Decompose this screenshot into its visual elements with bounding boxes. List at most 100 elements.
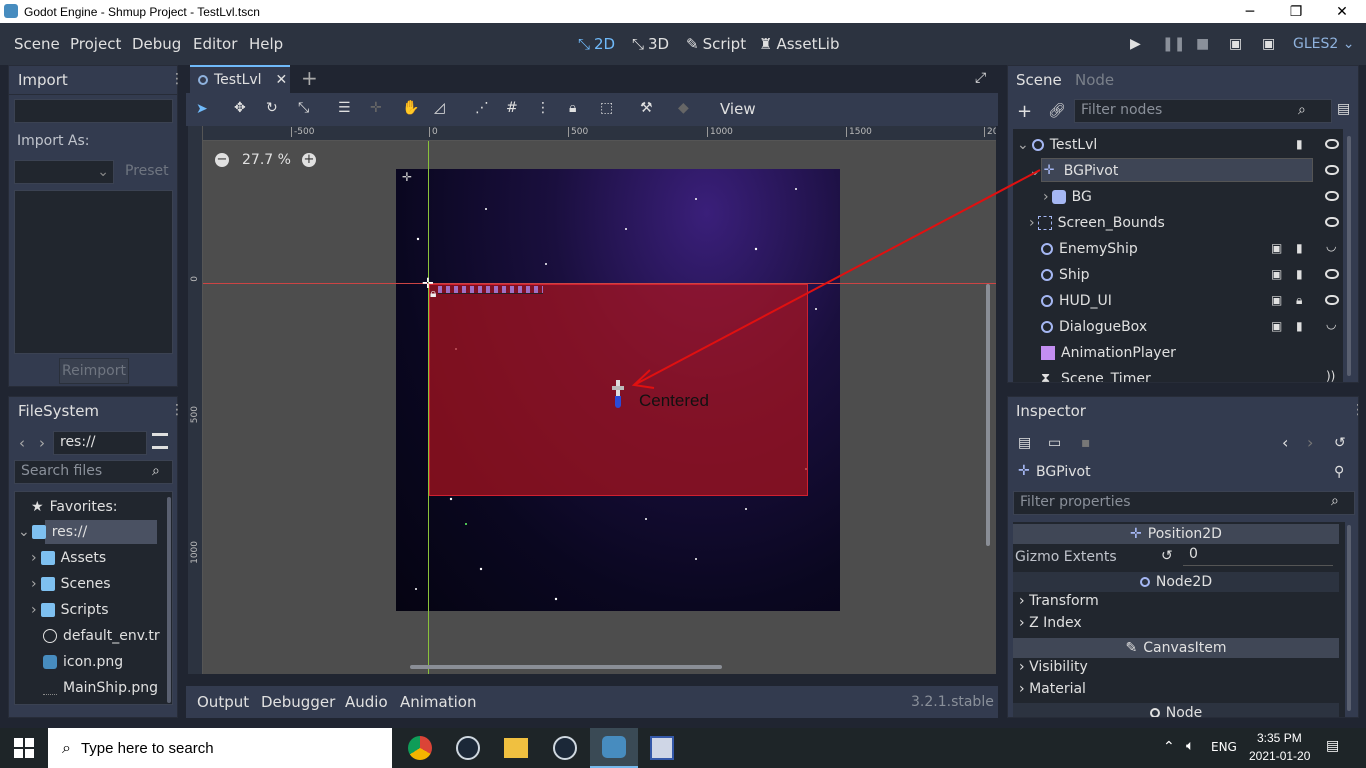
menu-help[interactable]: Help	[249, 35, 283, 53]
ship-sprite[interactable]	[612, 380, 624, 410]
filter-properties-input[interactable]: Filter properties	[1013, 491, 1355, 515]
visibility-eye-icon[interactable]	[1325, 165, 1339, 175]
pivot-tool-icon[interactable]: ✛	[370, 100, 382, 116]
grid-snap-icon[interactable]: #	[506, 100, 518, 116]
filesystem-scrollbar[interactable]	[167, 497, 171, 703]
node-bg[interactable]: › BG	[1043, 184, 1092, 210]
scene-tree-scrollbar[interactable]	[1347, 136, 1351, 376]
debugger-tab[interactable]: Debugger	[261, 693, 335, 711]
workspace-assetlib-button[interactable]: ♜ AssetLib	[759, 35, 840, 53]
object-history-icon[interactable]: ↺	[1334, 435, 1346, 451]
reimport-button[interactable]: Reimport	[59, 358, 129, 384]
stop-icon[interactable]: ■	[1196, 36, 1209, 52]
instance-icon[interactable]: ▣	[1271, 293, 1282, 307]
res-root-item[interactable]: ⌄ res://	[18, 519, 87, 545]
search-files-input[interactable]: Search files	[14, 460, 173, 484]
open-folder-icon[interactable]: ▭	[1048, 435, 1061, 451]
folder-assets[interactable]: › Assets	[31, 545, 106, 571]
instance-icon[interactable]: ▣	[1271, 319, 1282, 333]
gizmo-extents-field[interactable]: 0	[1183, 546, 1333, 566]
node-bgpivot[interactable]: ⌄ ✛ BGPivot	[1029, 158, 1118, 184]
save-icon[interactable]: ▪	[1081, 435, 1091, 451]
scene-tab[interactable]: Scene	[1016, 71, 1062, 89]
visibility-eye-icon[interactable]	[1325, 295, 1339, 305]
file-mainship-png[interactable]: MainShip.png	[43, 675, 158, 701]
script-icon[interactable]: ▮	[1296, 241, 1303, 255]
clock-time[interactable]: 3:35 PM	[1257, 731, 1302, 745]
node-testlvl[interactable]: ⌄ TestLvl	[1017, 132, 1097, 158]
scene-tab-testlvl[interactable]: TestLvl ✕	[190, 65, 290, 93]
dock-menu-icon[interactable]: ⋮	[1351, 402, 1358, 418]
import-as-select[interactable]: ⌄	[14, 160, 114, 184]
node-animationplayer[interactable]: AnimationPlayer	[1041, 340, 1176, 366]
script-icon[interactable]: ▮	[1296, 319, 1303, 333]
instance-scene-icon[interactable]: 🔗︎	[1048, 103, 1066, 119]
new-resource-icon[interactable]: ▤	[1018, 435, 1031, 451]
revert-icon[interactable]: ↺	[1161, 548, 1173, 564]
node-hud-ui[interactable]: HUD_UI	[1041, 288, 1112, 314]
dock-menu-icon[interactable]: ⋮	[170, 402, 184, 418]
renderer-select[interactable]: GLES2 ⌄	[1293, 36, 1354, 52]
attach-script-icon[interactable]: ▤	[1337, 101, 1350, 117]
play-icon[interactable]: ▶	[1130, 36, 1141, 52]
steam-icon[interactable]	[553, 736, 577, 760]
clock-date[interactable]: 2021-01-20	[1249, 749, 1310, 763]
lock-icon[interactable]: 🔒︎	[569, 100, 576, 116]
menu-editor[interactable]: Editor	[193, 35, 237, 53]
vertical-scrollbar[interactable]	[986, 284, 990, 546]
history-forward-icon[interactable]: ›	[1307, 433, 1313, 452]
visibility-eye-icon[interactable]	[1325, 191, 1339, 201]
workspace-3d-button[interactable]: ⤡ 3D	[632, 35, 669, 53]
signal-icon[interactable]: ))	[1326, 369, 1335, 382]
audio-tab[interactable]: Audio	[345, 693, 388, 711]
menu-scene[interactable]: Scene	[14, 35, 60, 53]
path-field[interactable]: res://	[53, 431, 147, 455]
split-mode-icon[interactable]	[152, 433, 168, 449]
view-menu[interactable]: View	[720, 100, 756, 118]
close-tab-icon[interactable]: ✕	[276, 72, 288, 88]
volume-icon[interactable]: 🔈︎	[1186, 738, 1194, 754]
file-icon-png[interactable]: icon.png	[43, 649, 123, 675]
close-button[interactable]: ✕	[1319, 0, 1365, 23]
move-tool-icon[interactable]: ✥	[234, 100, 246, 116]
property-tools-icon[interactable]: ⚲	[1334, 464, 1344, 480]
canvas-viewport[interactable]: -500 0 500 1000 1500 20 0 500 1000 − 27.…	[188, 126, 996, 674]
zoom-in-button[interactable]: +	[302, 153, 316, 167]
file-default-env[interactable]: default_env.tr	[43, 623, 160, 649]
menu-debug[interactable]: Debug	[132, 35, 181, 53]
group-material[interactable]: › Material	[1019, 681, 1086, 697]
hidden-eye-icon[interactable]: ◡	[1326, 317, 1336, 331]
history-back-icon[interactable]: ‹	[1282, 433, 1288, 452]
group-z-index[interactable]: › Z Index	[1019, 615, 1082, 631]
node-tab[interactable]: Node	[1075, 71, 1114, 89]
filesystem-dock-title[interactable]: FileSystem	[18, 402, 99, 420]
hud-ui-strip[interactable]	[438, 286, 543, 294]
tray-expand-icon[interactable]: ⌃	[1163, 739, 1175, 755]
taskbar-godot-active[interactable]	[590, 728, 638, 768]
node-enemyship[interactable]: EnemyShip	[1041, 236, 1138, 262]
animation-tab[interactable]: Animation	[400, 693, 476, 711]
chrome-icon[interactable]	[408, 736, 432, 760]
add-tab-button[interactable]: +	[301, 66, 318, 90]
taskbar-search-box[interactable]: ⌕ Type here to search	[48, 728, 392, 768]
favorites-item[interactable]: ★ Favorites:	[31, 494, 118, 520]
group-icon[interactable]: ⬚	[600, 100, 613, 116]
workspace-2d-button[interactable]: ⤡ 2D	[578, 35, 615, 53]
menu-project[interactable]: Project	[70, 35, 121, 53]
output-tab[interactable]: Output	[197, 693, 249, 711]
smart-snap-icon[interactable]: ⋰	[475, 100, 489, 116]
dock-menu-icon[interactable]: ⋮	[170, 71, 184, 87]
steam-icon[interactable]	[456, 736, 480, 760]
preset-button[interactable]: Preset	[125, 163, 169, 179]
node-ship[interactable]: Ship	[1041, 262, 1090, 288]
hidden-eye-icon[interactable]: ◡	[1326, 239, 1336, 253]
camera-override-icon[interactable]: ◆	[678, 100, 689, 116]
play-scene-icon[interactable]: ▣	[1229, 36, 1242, 52]
zoom-out-button[interactable]: −	[215, 153, 229, 167]
visibility-eye-icon[interactable]	[1325, 139, 1339, 149]
visibility-eye-icon[interactable]	[1325, 269, 1339, 279]
app-icon[interactable]	[650, 736, 674, 760]
add-node-icon[interactable]: +	[1017, 101, 1032, 122]
select-tool-icon[interactable]: ➤	[196, 101, 208, 117]
scale-tool-icon[interactable]: ⤡	[298, 100, 309, 116]
